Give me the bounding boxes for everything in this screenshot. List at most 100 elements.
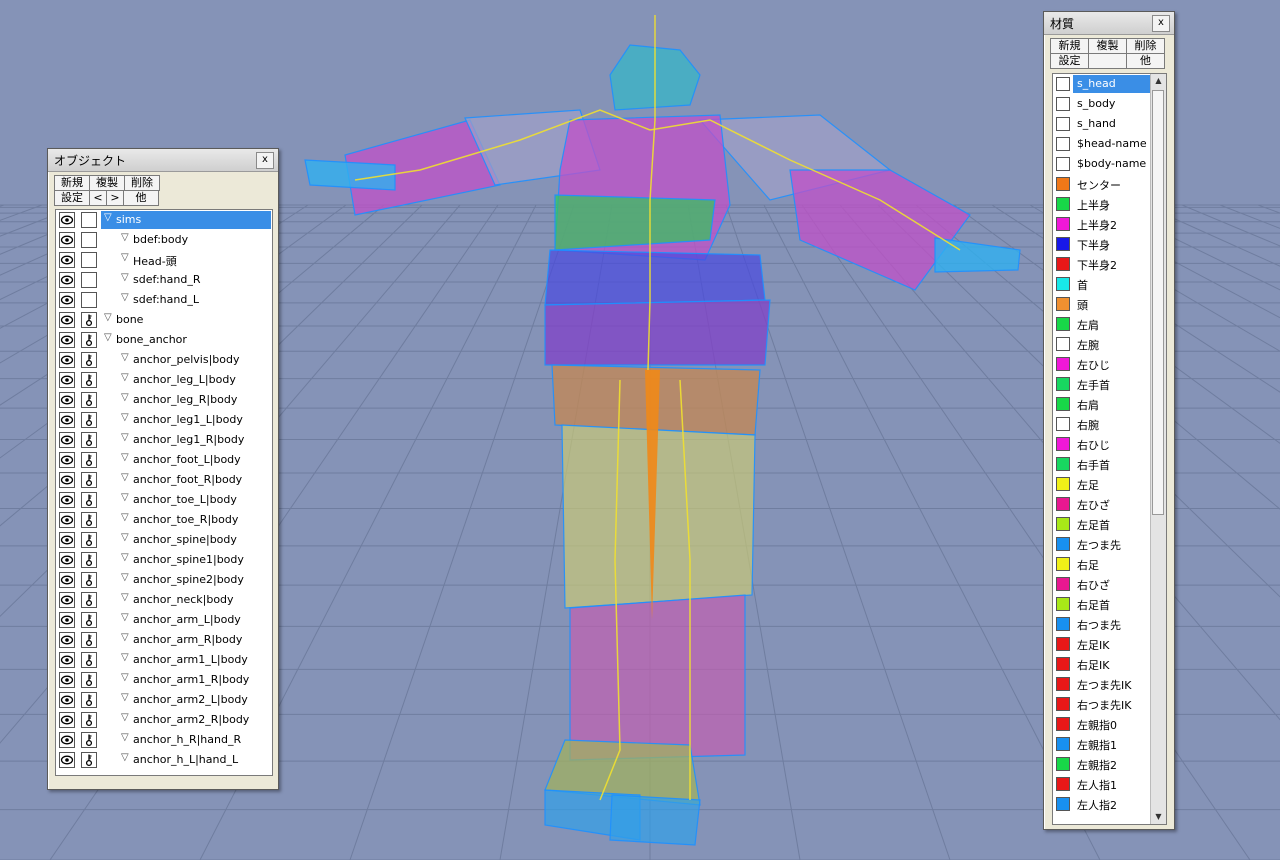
expand-toggle-icon[interactable]: ▽ <box>121 232 129 243</box>
object-row[interactable]: ▽ anchor_neck|body <box>56 590 272 610</box>
expand-toggle-icon[interactable]: ▽ <box>121 252 129 263</box>
object-row[interactable]: ▽ anchor_foot_L|body <box>56 450 272 470</box>
material-row[interactable]: 左つま先IK <box>1053 674 1153 694</box>
new-material-button[interactable]: 新規 <box>1050 38 1089 54</box>
visibility-eye-icon[interactable] <box>59 532 75 548</box>
material-row[interactable]: s_body <box>1053 94 1153 114</box>
expand-toggle-icon[interactable]: ▽ <box>121 352 129 363</box>
lock-key-icon[interactable] <box>81 352 97 368</box>
material-row[interactable]: 左手首 <box>1053 374 1153 394</box>
lock-key-icon[interactable] <box>81 652 97 668</box>
object-row[interactable]: ▽ anchor_leg1_L|body <box>56 410 272 430</box>
material-row[interactable]: 右ひざ <box>1053 574 1153 594</box>
visibility-eye-icon[interactable] <box>59 412 75 428</box>
object-row[interactable]: ▽ anchor_arm2_R|body <box>56 710 272 730</box>
object-row[interactable]: ▽ anchor_pelvis|body <box>56 350 272 370</box>
visibility-eye-icon[interactable] <box>59 372 75 388</box>
visibility-eye-icon[interactable] <box>59 492 75 508</box>
move-down-button[interactable]: > <box>106 190 124 206</box>
visibility-eye-icon[interactable] <box>59 292 75 308</box>
object-panel-close-button[interactable]: x <box>256 151 274 169</box>
expand-toggle-icon[interactable]: ▽ <box>121 732 129 743</box>
object-row[interactable]: ▽ anchor_arm1_L|body <box>56 650 272 670</box>
lock-key-icon[interactable] <box>81 452 97 468</box>
material-row[interactable]: 左ひじ <box>1053 354 1153 374</box>
expand-toggle-icon[interactable]: ▽ <box>121 532 129 543</box>
material-row[interactable]: 右つま先IK <box>1053 694 1153 714</box>
object-row[interactable]: ▽ sdef:hand_R <box>56 270 272 290</box>
expand-toggle-icon[interactable]: ▽ <box>121 632 129 643</box>
material-row[interactable]: 上半身2 <box>1053 214 1153 234</box>
visibility-eye-icon[interactable] <box>59 572 75 588</box>
lock-key-icon[interactable] <box>81 732 97 748</box>
expand-toggle-icon[interactable]: ▽ <box>121 692 129 703</box>
object-row[interactable]: ▽ anchor_leg_R|body <box>56 390 272 410</box>
expand-toggle-icon[interactable]: ▽ <box>121 392 129 403</box>
visibility-eye-icon[interactable] <box>59 212 75 228</box>
material-row[interactable]: 右足IK <box>1053 654 1153 674</box>
expand-toggle-icon[interactable]: ▽ <box>121 372 129 383</box>
object-row[interactable]: ▽ anchor_spine2|body <box>56 570 272 590</box>
object-row[interactable]: ▽ sdef:hand_L <box>56 290 272 310</box>
lock-toggle[interactable] <box>81 252 97 268</box>
new-object-button[interactable]: 新規 <box>54 175 90 191</box>
object-list[interactable]: ▽ sims ▽ bdef:body ▽ Head-頭 ▽ sdef:hand_R ▽ sdef:… <box>55 209 273 776</box>
visibility-eye-icon[interactable] <box>59 512 75 528</box>
scroll-up-icon[interactable]: ▲ <box>1151 74 1166 88</box>
lock-key-icon[interactable] <box>81 572 97 588</box>
visibility-eye-icon[interactable] <box>59 632 75 648</box>
object-row[interactable]: ▽ anchor_spine|body <box>56 530 272 550</box>
expand-toggle-icon[interactable]: ▽ <box>104 332 112 343</box>
visibility-eye-icon[interactable] <box>59 332 75 348</box>
lock-toggle[interactable] <box>81 232 97 248</box>
material-panel-titlebar[interactable]: 材質 x <box>1044 12 1174 35</box>
object-row[interactable]: ▽ anchor_arm_L|body <box>56 610 272 630</box>
material-row[interactable]: 右腕 <box>1053 414 1153 434</box>
material-panel-close-button[interactable]: x <box>1152 14 1170 32</box>
material-row[interactable]: 右足 <box>1053 554 1153 574</box>
expand-toggle-icon[interactable]: ▽ <box>121 552 129 563</box>
object-row[interactable]: ▽ anchor_foot_R|body <box>56 470 272 490</box>
expand-toggle-icon[interactable]: ▽ <box>104 312 112 323</box>
visibility-eye-icon[interactable] <box>59 612 75 628</box>
scroll-thumb[interactable] <box>1152 90 1164 515</box>
lock-toggle[interactable] <box>81 272 97 288</box>
material-row[interactable]: 下半身 <box>1053 234 1153 254</box>
object-row[interactable]: ▽ anchor_toe_L|body <box>56 490 272 510</box>
object-row[interactable]: ▽ bone <box>56 310 272 330</box>
material-row[interactable]: 右手首 <box>1053 454 1153 474</box>
material-row[interactable]: 左足IK <box>1053 634 1153 654</box>
visibility-eye-icon[interactable] <box>59 652 75 668</box>
expand-toggle-icon[interactable]: ▽ <box>121 652 129 663</box>
material-row[interactable]: センター <box>1053 174 1153 194</box>
visibility-eye-icon[interactable] <box>59 712 75 728</box>
object-other-button[interactable]: 他 <box>123 190 159 206</box>
expand-toggle-icon[interactable]: ▽ <box>121 272 129 283</box>
object-row[interactable]: ▽ anchor_arm_R|body <box>56 630 272 650</box>
lock-key-icon[interactable] <box>81 472 97 488</box>
expand-toggle-icon[interactable]: ▽ <box>121 472 129 483</box>
visibility-eye-icon[interactable] <box>59 672 75 688</box>
material-row[interactable]: 頭 <box>1053 294 1153 314</box>
material-scrollbar[interactable]: ▲ ▼ <box>1150 74 1166 824</box>
expand-toggle-icon[interactable]: ▽ <box>121 672 129 683</box>
lock-key-icon[interactable] <box>81 612 97 628</box>
expand-toggle-icon[interactable]: ▽ <box>121 752 129 763</box>
object-row[interactable]: ▽ anchor_arm2_L|body <box>56 690 272 710</box>
lock-key-icon[interactable] <box>81 392 97 408</box>
visibility-eye-icon[interactable] <box>59 252 75 268</box>
lock-key-icon[interactable] <box>81 312 97 328</box>
material-row[interactable]: 左足首 <box>1053 514 1153 534</box>
visibility-eye-icon[interactable] <box>59 392 75 408</box>
object-settings-button[interactable]: 設定 <box>54 190 90 206</box>
visibility-eye-icon[interactable] <box>59 592 75 608</box>
visibility-eye-icon[interactable] <box>59 232 75 248</box>
material-row[interactable]: $body-name <box>1053 154 1153 174</box>
material-row[interactable]: 左つま先 <box>1053 534 1153 554</box>
material-row[interactable]: 左親指1 <box>1053 734 1153 754</box>
visibility-eye-icon[interactable] <box>59 432 75 448</box>
material-list[interactable]: s_head s_body s_hand $head-name $body-name セン… <box>1052 73 1167 825</box>
lock-key-icon[interactable] <box>81 632 97 648</box>
expand-toggle-icon[interactable]: ▽ <box>121 592 129 603</box>
material-blank-button[interactable] <box>1088 53 1127 69</box>
